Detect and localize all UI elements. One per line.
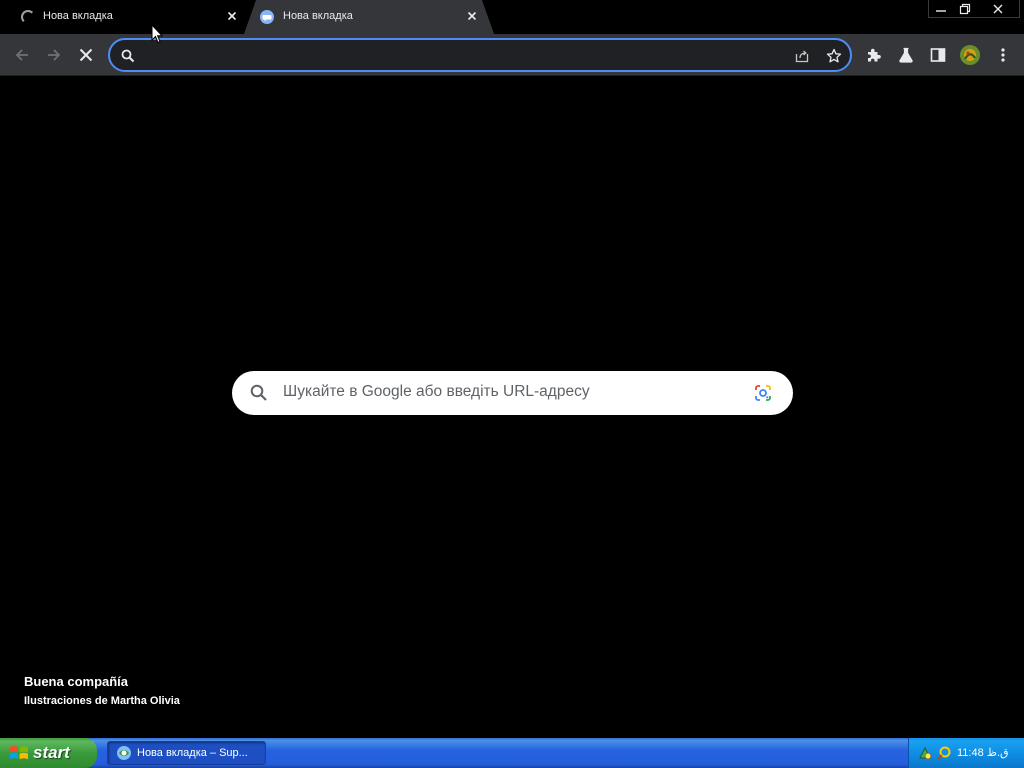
search-icon — [249, 383, 269, 403]
side-panel-icon — [930, 48, 946, 62]
close-tab-icon[interactable] — [224, 8, 240, 24]
share-icon[interactable] — [793, 47, 811, 65]
back-icon — [15, 49, 28, 61]
labs-button[interactable] — [894, 43, 918, 67]
extensions-button[interactable] — [862, 43, 886, 67]
google-search-box[interactable]: Шукайте в Google або введіть URL-адресу — [232, 371, 793, 415]
tab-label: Нова вкладка — [283, 10, 353, 22]
start-button[interactable]: start — [0, 738, 97, 768]
address-input[interactable] — [146, 45, 746, 65]
close-window-button[interactable] — [977, 0, 1019, 18]
tab-new-tab-active[interactable]: Нова вкладка — [244, 0, 494, 34]
taskbar-item-browser[interactable]: Нова вкладка – Sup... — [107, 741, 266, 765]
loading-spinner-icon — [20, 9, 36, 25]
star-icon[interactable] — [825, 47, 843, 65]
back-button[interactable] — [10, 43, 34, 67]
network-icon[interactable] — [917, 745, 933, 761]
search-tray-icon[interactable] — [936, 745, 952, 761]
clock[interactable]: 11:48 ق.ظ — [957, 746, 1009, 759]
system-tray: 11:48 ق.ظ — [908, 738, 1024, 768]
attribution-title: Buena compañía — [24, 674, 129, 689]
profile-avatar[interactable] — [958, 43, 982, 67]
search-icon — [119, 47, 137, 65]
new-tab-page: Шукайте в Google або введіть URL-адресу … — [0, 77, 1024, 738]
forward-button[interactable] — [42, 43, 66, 67]
menu-icon — [1001, 48, 1005, 62]
background-attribution[interactable]: Buena compañía Ilustraciones de Martha O… — [24, 674, 180, 707]
mouse-cursor-icon — [151, 24, 163, 44]
taskbar-item-label: Нова вкладка – Sup... — [137, 747, 248, 759]
restore-icon — [959, 3, 971, 15]
tab-new-tab-loading[interactable]: Нова вкладка — [0, 0, 242, 34]
side-panel-button[interactable] — [926, 43, 950, 67]
search-placeholder: Шукайте в Google або введіть URL-адресу — [283, 383, 590, 400]
restore-button[interactable] — [953, 0, 977, 18]
close-tab-icon[interactable] — [464, 8, 480, 24]
windows-logo-icon — [10, 746, 28, 760]
chat-bubble-icon — [259, 9, 275, 25]
forward-icon — [48, 49, 61, 61]
tab-label: Нова вкладка — [43, 10, 113, 22]
stop-icon — [79, 48, 93, 62]
close-icon — [993, 4, 1003, 14]
labs-icon — [899, 47, 913, 63]
minimize-button[interactable] — [929, 0, 953, 18]
profile-avatar-icon — [960, 45, 980, 65]
attribution-subtitle: Ilustraciones de Martha Olivia — [24, 695, 180, 707]
menu-button[interactable] — [991, 43, 1015, 67]
address-bar[interactable] — [108, 38, 852, 72]
taskbar: start Нова вкладка – Sup... 11:48 ق.ظ — [0, 738, 1024, 768]
browser-icon — [117, 746, 131, 760]
minimize-icon — [936, 10, 946, 12]
extensions-icon — [868, 48, 881, 62]
start-label: start — [33, 743, 70, 762]
google-lens-icon[interactable] — [753, 383, 773, 403]
stop-loading-button[interactable] — [74, 43, 98, 67]
